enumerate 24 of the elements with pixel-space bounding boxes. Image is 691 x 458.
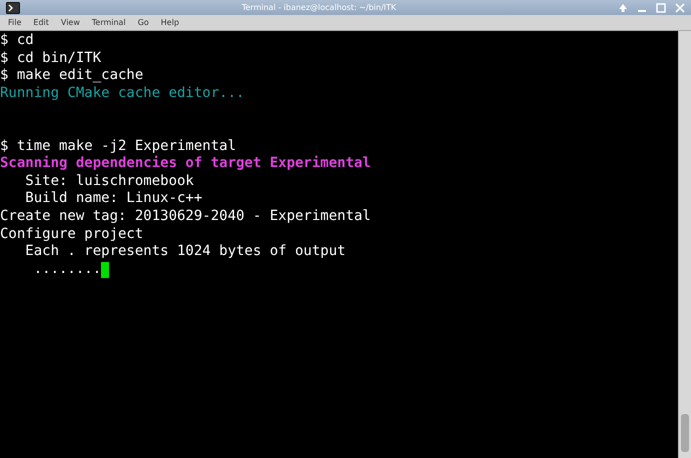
menu-item[interactable]: Go (132, 18, 155, 27)
terminal-line: Create new tag: 20130629-2040 - Experimental (0, 208, 371, 226)
terminal-line: $ make edit_cache (0, 67, 144, 85)
maximize-icon[interactable] (656, 2, 666, 12)
menu-item[interactable]: View (54, 18, 86, 27)
menu-item[interactable]: Edit (27, 18, 55, 27)
terminal-line: ........ (32, 260, 102, 278)
terminal-line: Scanning dependencies of target Experimental (0, 155, 371, 173)
terminal-line: $ time make -j2 Experimental (0, 138, 236, 156)
terminal-line: $ cd bin/ITK (0, 50, 102, 68)
terminal-app-icon[interactable] (6, 2, 20, 14)
menu-item[interactable]: Help (154, 18, 186, 27)
arrow-up-icon[interactable] (618, 2, 628, 12)
terminal-line: Each . represents 1024 bytes of output (24, 243, 346, 261)
terminal-line: Running CMake cache editor... (0, 84, 244, 102)
terminal-line: Configure project (0, 226, 144, 244)
window-title: Terminal - ibanez@localhost: ~/bin/ITK (240, 3, 398, 12)
scrollbar-thumb[interactable] (681, 414, 689, 452)
terminal-line: Site: luischromebook (24, 172, 194, 190)
terminal-line: Build name: Linux-c++ (24, 190, 202, 208)
menu-item[interactable]: File (2, 18, 28, 27)
menu-item[interactable]: Terminal (86, 18, 132, 27)
close-icon[interactable] (675, 2, 685, 12)
terminal-line: $ cd (0, 32, 34, 50)
